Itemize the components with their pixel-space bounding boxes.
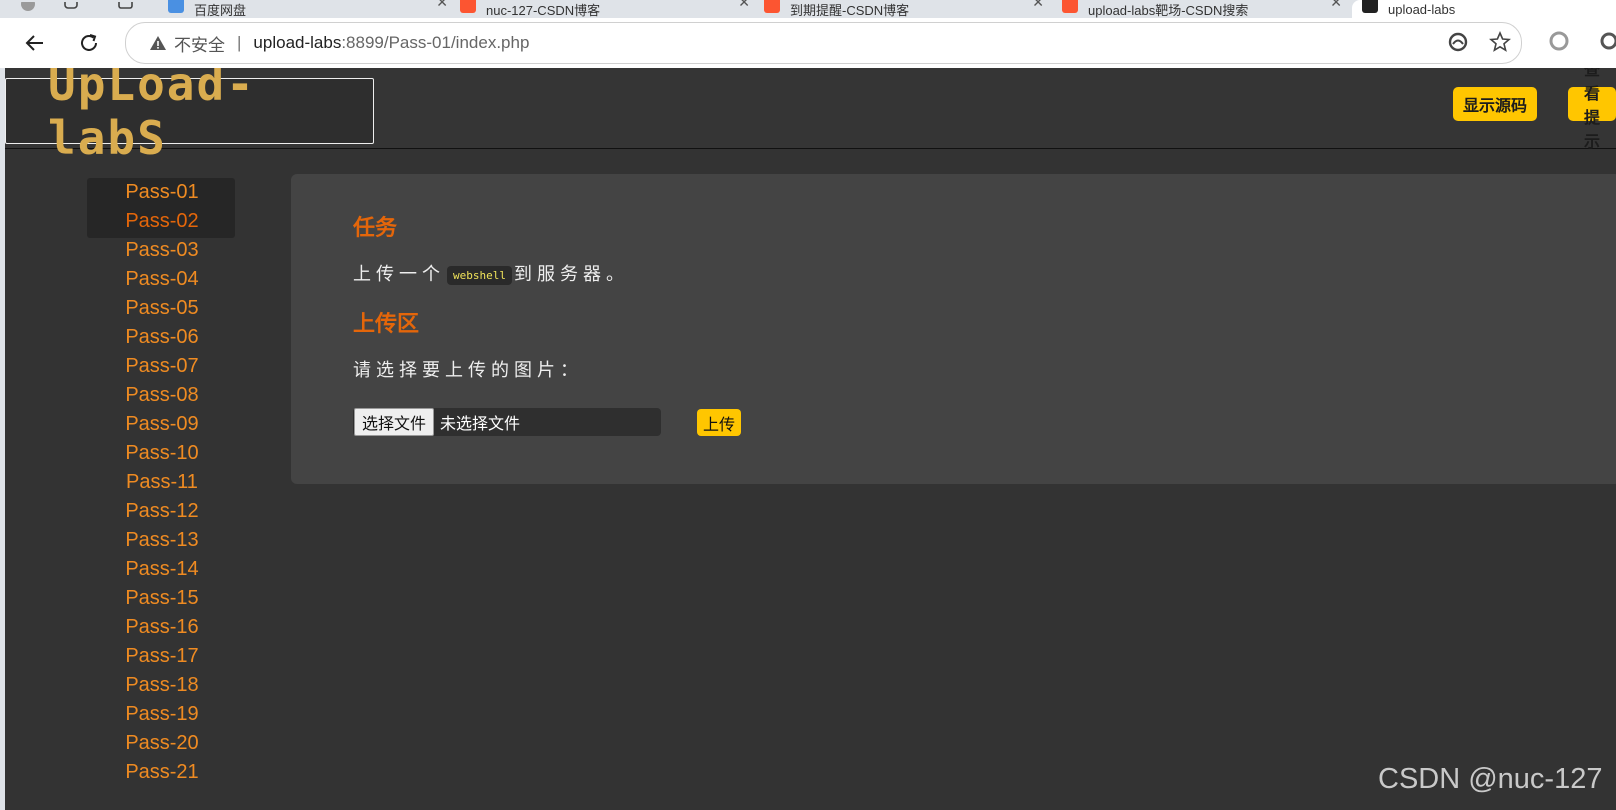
sidebar-item-pass-18[interactable]: Pass-18 — [87, 671, 237, 700]
close-tab-icon[interactable]: ✕ — [1032, 0, 1044, 11]
upload-heading: 上传区 — [353, 311, 420, 336]
page-viewport: UpLoad-labS 显示源码 查看提示 Pass-01 Pass-02 Pass… — [5, 68, 1616, 810]
task-heading: 任务 — [353, 215, 398, 240]
tab-label: upload-labs靶场-CSDN搜索 — [1088, 2, 1249, 18]
url-host: upload-labs — [253, 33, 342, 52]
page-icon — [1362, 0, 1378, 13]
close-tab-icon[interactable]: ✕ — [738, 0, 750, 11]
tab-csdn-expire[interactable]: 到期提醒-CSDN博客 ✕ — [764, 0, 1044, 18]
workspaces-button[interactable] — [62, 0, 86, 18]
csdn-watermark: CSDN @nuc-127 — [1378, 763, 1603, 795]
sidebar-item-pass-02[interactable]: Pass-02 — [87, 207, 237, 236]
url-path: :8899/Pass-01/index.php — [341, 33, 530, 52]
task-suffix: 到服务器。 — [513, 264, 629, 284]
sidebar-item-pass-15[interactable]: Pass-15 — [87, 584, 237, 613]
warning-icon[interactable] — [148, 33, 168, 53]
tab-actions-icon — [118, 2, 133, 9]
extension-icon[interactable] — [1548, 30, 1570, 57]
tab-actions-button[interactable] — [116, 0, 140, 18]
file-status: 未选择文件 — [440, 416, 521, 433]
csdn-icon — [1062, 0, 1078, 13]
tab-label: 百度网盘 — [194, 2, 247, 18]
file-input[interactable]: 选择文件 未选择文件 — [353, 408, 661, 436]
sidebar-item-pass-04[interactable]: Pass-04 — [87, 265, 237, 294]
settings-gear-icon[interactable] — [1598, 30, 1616, 57]
tab-csdn-search[interactable]: upload-labs靶场-CSDN搜索 ✕ — [1062, 0, 1342, 18]
tab-label: upload-labs — [1388, 1, 1456, 17]
reload-button[interactable] — [72, 26, 106, 60]
sidebar-item-pass-20[interactable]: Pass-20 — [87, 729, 237, 758]
browser-tabstrip: 百度网盘 ✕ nuc-127-CSDN博客 ✕ 到期提醒-CSDN博客 ✕ up… — [0, 0, 1616, 18]
tab-upload-labs[interactable]: upload-labs — [1352, 0, 1616, 18]
pass-sidebar: Pass-01 Pass-02 Pass-03 Pass-04 Pass-05 Pass-… — [87, 178, 237, 787]
sidebar-item-pass-11[interactable]: Pass-11 — [87, 468, 237, 497]
address-separator: | — [237, 33, 242, 52]
upload-submit-button[interactable]: 上传 — [697, 409, 742, 436]
profile-avatar[interactable] — [18, 0, 42, 18]
upload-prompt: 请选择要上传的图片： — [353, 360, 583, 380]
reload-icon — [81, 34, 97, 51]
omnibox-actions — [1447, 30, 1511, 58]
sidebar-item-pass-07[interactable]: Pass-07 — [87, 352, 237, 381]
sidebar-item-pass-12[interactable]: Pass-12 — [87, 497, 237, 526]
sidebar-item-pass-09[interactable]: Pass-09 — [87, 410, 237, 439]
browser-toolbar: 不安全 | upload-labs:8899/Pass-01/index.php — [0, 18, 1616, 68]
sidebar-item-pass-03[interactable]: Pass-03 — [87, 236, 237, 265]
sidebar-item-pass-16[interactable]: Pass-16 — [87, 613, 237, 642]
back-button[interactable] — [18, 26, 52, 60]
task-prefix: 上传一个 — [353, 264, 445, 284]
avatar-icon — [21, 2, 35, 11]
site-header: UpLoad-labS 显示源码 查看提示 — [5, 68, 1616, 165]
task-description: 上传一个 webshell 到服务器。 — [353, 260, 629, 286]
address-bar[interactable]: 不安全 | upload-labs:8899/Pass-01/index.php — [125, 22, 1522, 64]
close-tab-icon[interactable]: ✕ — [436, 0, 448, 11]
workspaces-icon — [64, 2, 78, 9]
sidebar-item-pass-13[interactable]: Pass-13 — [87, 526, 237, 555]
security-label[interactable]: 不安全 — [174, 31, 225, 56]
sidebar-item-pass-08[interactable]: Pass-08 — [87, 381, 237, 410]
baidu-netdisk-icon — [168, 0, 184, 13]
main-panel: 任务 上传一个 webshell 到服务器。 上传区 请选择要上传的图片： 选择文件… — [291, 174, 1616, 484]
back-arrow-icon — [25, 35, 43, 51]
favorite-star-icon[interactable] — [1489, 30, 1511, 58]
tab-label: 到期提醒-CSDN博客 — [790, 2, 910, 18]
sidebar-item-pass-17[interactable]: Pass-17 — [87, 642, 237, 671]
tab-label: nuc-127-CSDN博客 — [486, 2, 601, 18]
sidebar-item-pass-19[interactable]: Pass-19 — [87, 700, 237, 729]
webshell-code: webshell — [447, 265, 512, 285]
tab-baidu-netdisk[interactable]: 百度网盘 ✕ — [168, 0, 448, 18]
sidebar-list: Pass-01 Pass-02 Pass-03 Pass-04 Pass-05 Pass-… — [87, 178, 237, 787]
site-logo[interactable]: UpLoad-labS — [5, 68, 374, 165]
csdn-icon — [764, 0, 780, 13]
sidebar-item-pass-10[interactable]: Pass-10 — [87, 439, 237, 468]
sidebar-item-pass-21[interactable]: Pass-21 — [87, 758, 237, 787]
sidebar-item-pass-01[interactable]: Pass-01 — [87, 178, 237, 207]
show-source-button[interactable]: 显示源码 — [1453, 87, 1538, 121]
read-aloud-icon[interactable] — [1447, 31, 1469, 58]
choose-file-button[interactable]: 选择文件 — [354, 408, 435, 436]
tab-csdn-blog[interactable]: nuc-127-CSDN博客 ✕ — [460, 0, 750, 18]
view-hint-button[interactable]: 查看提示 — [1568, 68, 1616, 151]
logo-text: UpLoad-labS — [48, 68, 256, 165]
close-tab-icon[interactable]: ✕ — [1330, 0, 1342, 11]
sidebar-item-pass-06[interactable]: Pass-06 — [87, 323, 237, 352]
sidebar-item-pass-05[interactable]: Pass-05 — [87, 294, 237, 323]
sidebar-item-pass-14[interactable]: Pass-14 — [87, 555, 237, 584]
csdn-icon — [460, 0, 476, 13]
